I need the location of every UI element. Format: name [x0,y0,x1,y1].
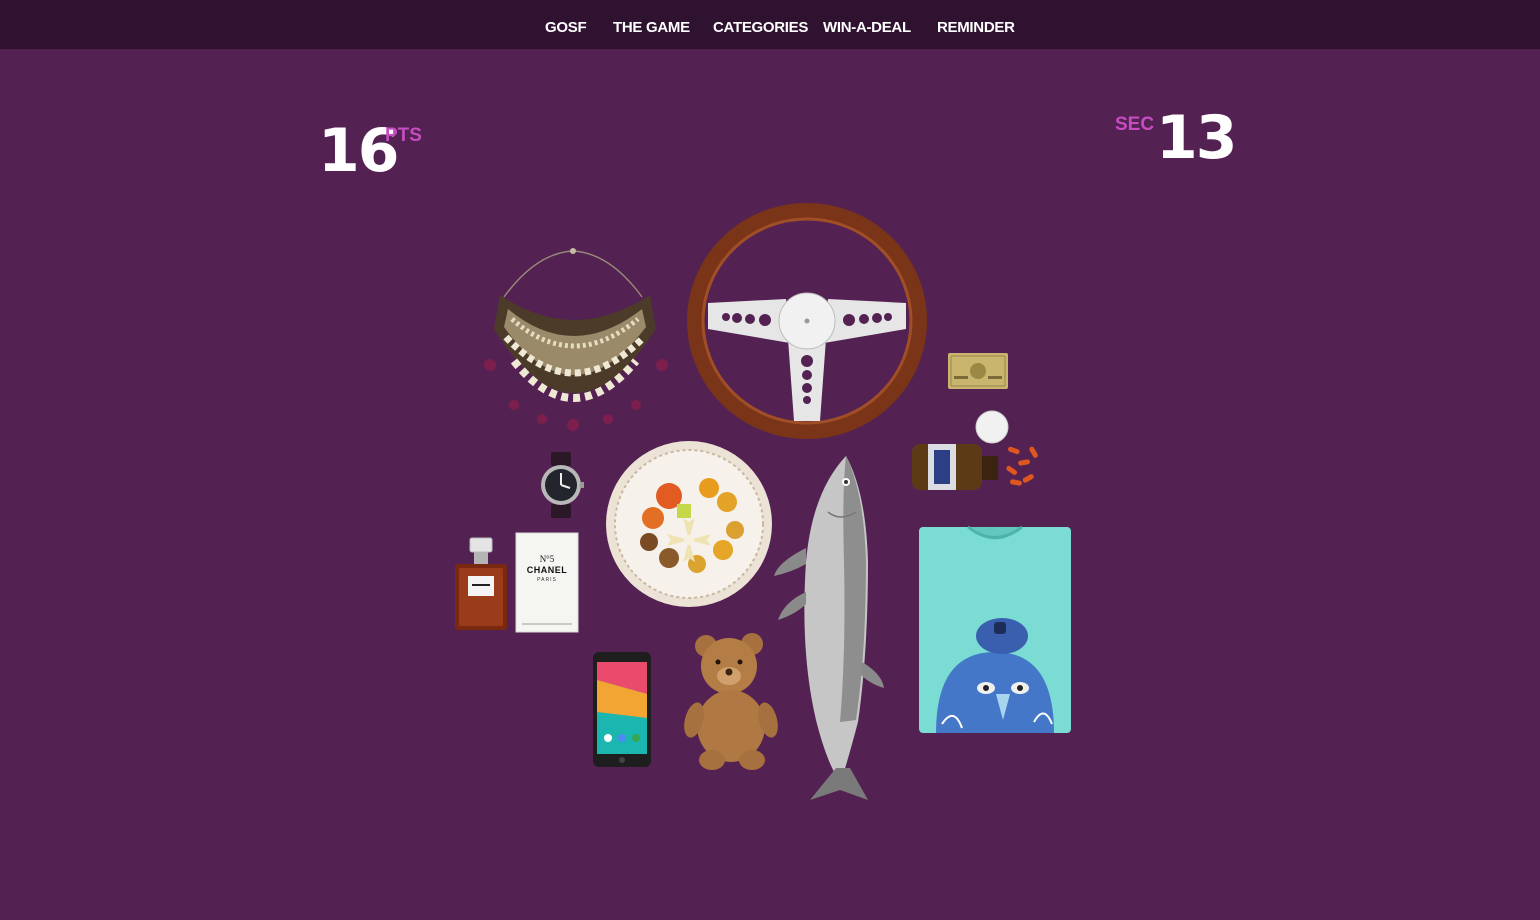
tshirt-icon[interactable] [916,524,1074,734]
fish-icon[interactable] [770,452,890,802]
necklace-icon[interactable] [478,245,673,435]
teddy-bear-icon[interactable] [684,632,778,772]
steering-wheel-icon[interactable] [686,203,928,440]
perfume-box-icon[interactable]: N°5 CHANEL PARIS [515,532,579,633]
nav-item-reminder[interactable]: REMINDER [937,19,1015,36]
timer-value: 13 [1156,103,1237,173]
nav-item-categories[interactable]: CATEGORIES [713,19,808,36]
perfume-box-city: PARIS [537,577,557,583]
credit-card-icon[interactable] [948,353,1008,389]
nav-item-the-game[interactable]: THE GAME [613,19,690,36]
score-unit-label: PTS [385,125,422,146]
smartphone-icon[interactable] [593,652,651,767]
wristwatch-icon[interactable] [538,452,584,518]
timer-unit-label: SEC [1115,114,1155,135]
supplement-bottle-icon[interactable] [910,410,1042,492]
nav-item-gosf[interactable]: GOSF [545,19,587,36]
perfume-box-number: N°5 [539,554,555,564]
perfume-box-brand: CHANEL [526,565,568,575]
nav-item-win-a-deal[interactable]: WIN-A-DEAL [823,19,911,36]
perfume-bottle-icon[interactable] [452,537,510,632]
food-plate-icon[interactable] [605,440,773,608]
top-nav-bar: GOSF THE GAME CATEGORIES WIN-A-DEAL REMI… [0,0,1540,49]
